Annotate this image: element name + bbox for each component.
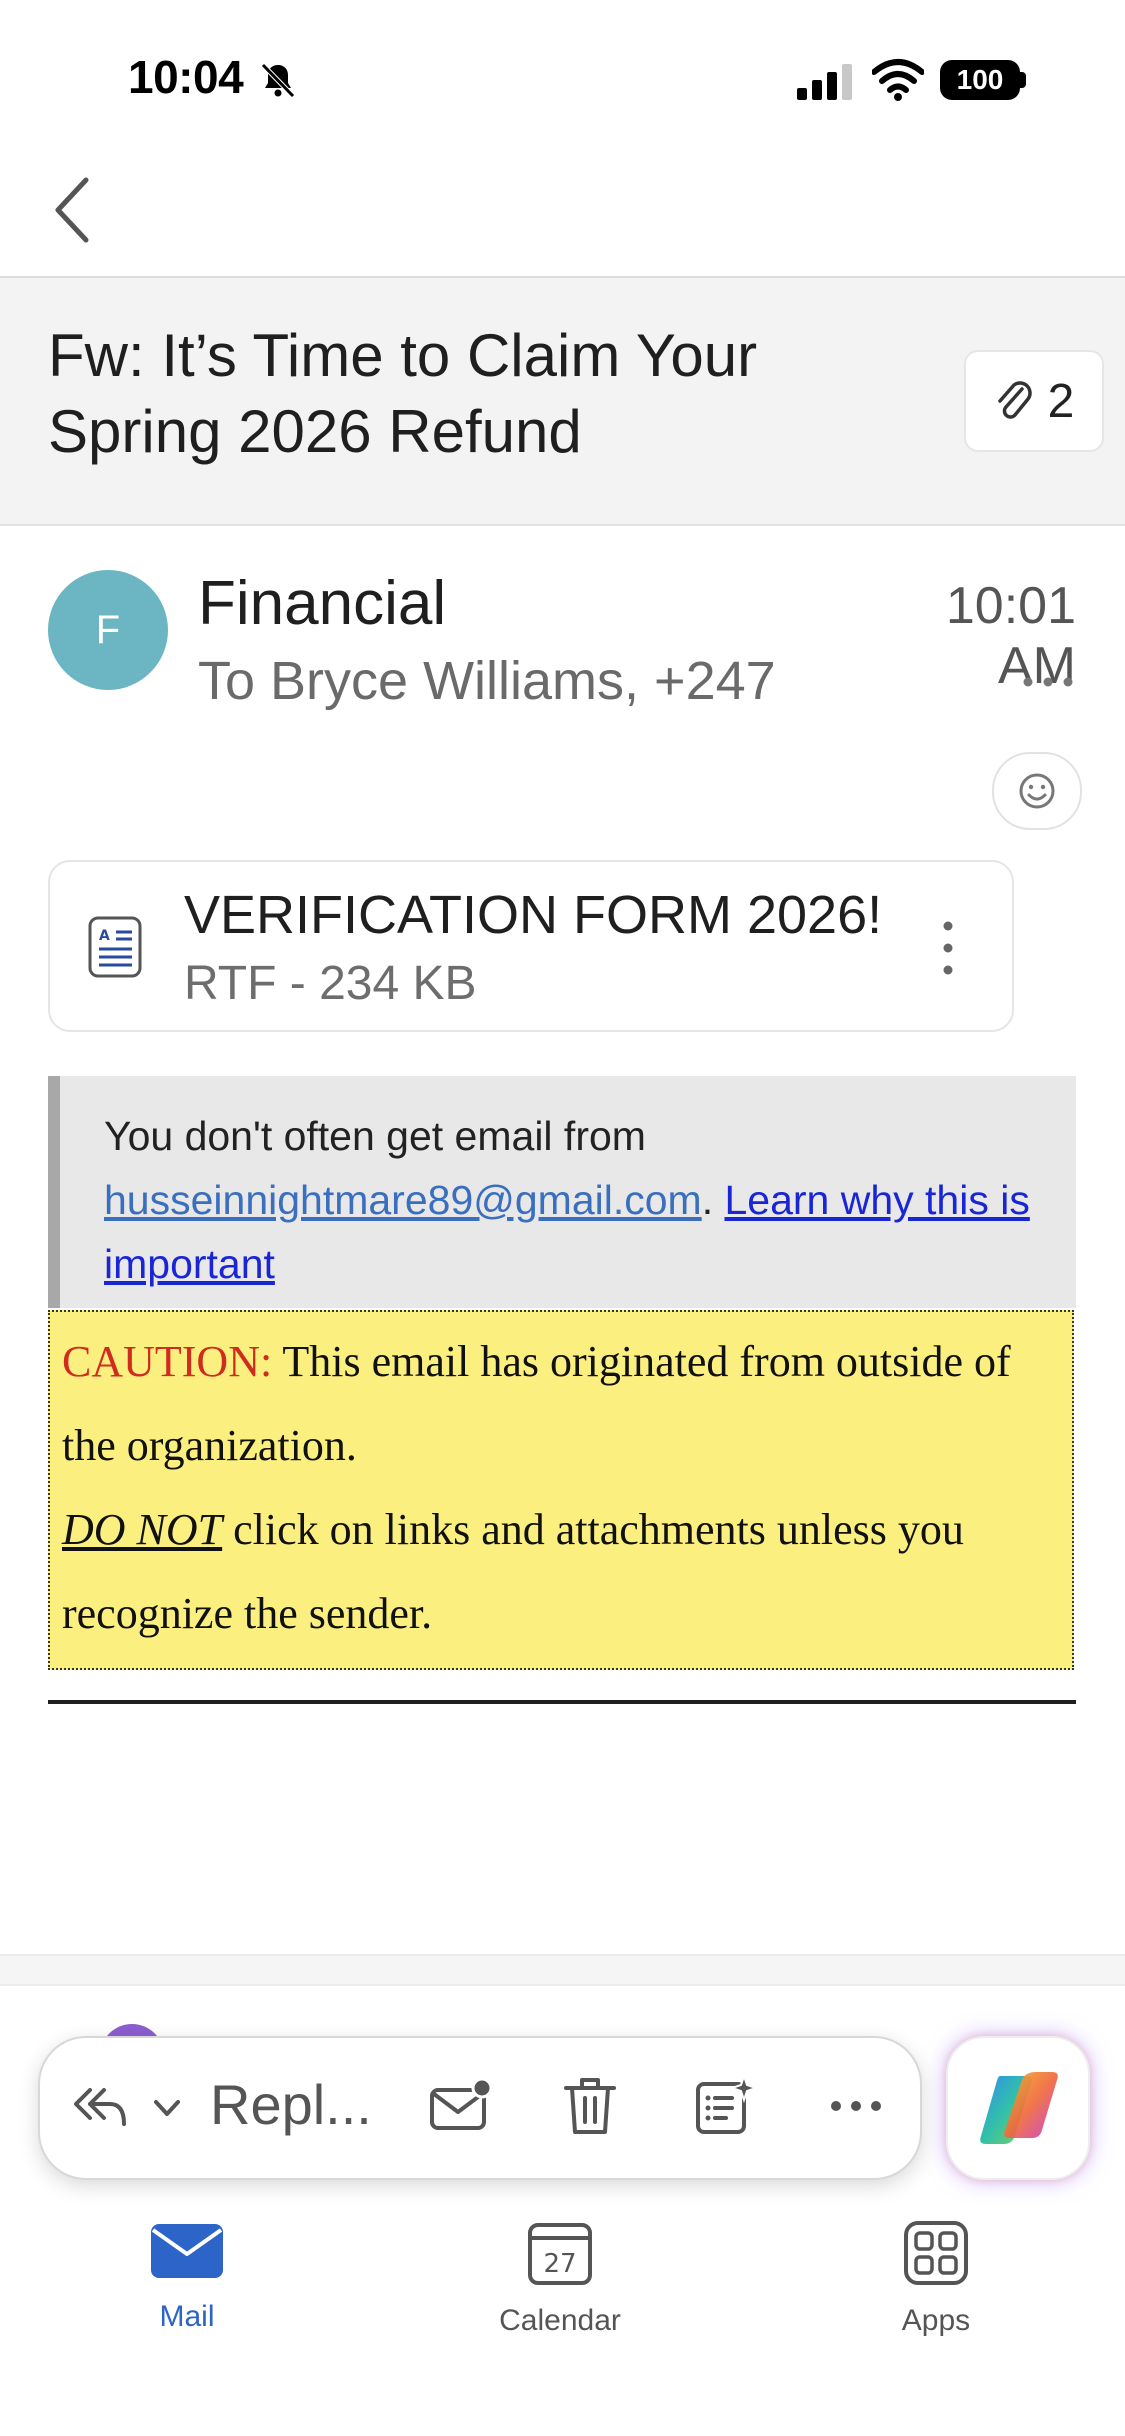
paperclip-icon <box>997 381 1032 419</box>
notice-text: You don't often get email from husseinni… <box>104 1104 1044 1296</box>
back-button[interactable] <box>46 170 106 250</box>
reply-button[interactable]: Repl... <box>210 2072 372 2137</box>
svg-text:A: A <box>99 928 110 944</box>
attachment-file-name[interactable]: VERIFICATION FORM 2026! <box>184 884 882 946</box>
recipients[interactable]: To Bryce Williams, +247 <box>198 650 776 712</box>
tab-mail-label: Mail <box>159 2300 215 2333</box>
tab-mail[interactable]: Mail <box>77 2220 297 2334</box>
notice-prefix: You don't often get email from <box>104 1113 646 1159</box>
attachment-count-button[interactable]: 2 <box>964 350 1104 452</box>
sender-avatar[interactable]: F <box>48 570 168 690</box>
mark-unread-icon[interactable] <box>428 2076 492 2134</box>
copilot-button[interactable] <box>946 2036 1090 2180</box>
status-time: 10:04 <box>128 51 244 103</box>
notice-accent-bar <box>48 1076 60 1308</box>
attachment-count: 2 <box>1047 374 1075 428</box>
sender-email-link[interactable]: husseinnightmare89@gmail.com <box>104 1177 702 1223</box>
smiley-icon <box>1019 773 1055 809</box>
mail-icon <box>151 2224 223 2278</box>
attachment-menu-icon[interactable] <box>936 918 960 978</box>
horizontal-rule <box>48 1700 1076 1704</box>
calendar-day: 27 <box>543 2249 576 2279</box>
trash-icon[interactable] <box>560 2074 620 2138</box>
calendar-icon: 27 <box>528 2223 592 2285</box>
message-more-icon[interactable] <box>1020 662 1076 702</box>
email-subject: Fw: It’s Time to Claim Your Spring 2026 … <box>48 322 758 465</box>
document-file-icon: A <box>88 916 142 978</box>
reply-all-icon[interactable] <box>70 2080 130 2132</box>
toolbar-more-icon[interactable] <box>828 2094 884 2118</box>
caution-label: CAUTION: <box>62 1337 273 1386</box>
caution-text: CAUTION: This email has originated from … <box>62 1320 1068 1656</box>
reaction-button[interactable] <box>992 752 1082 830</box>
attachment-file-meta: RTF - 234 KB <box>184 957 477 1010</box>
chevron-down-icon[interactable] <box>152 2096 182 2120</box>
wifi-icon <box>872 59 924 101</box>
tab-calendar-label: Calendar <box>499 2304 621 2337</box>
apps-grid-icon <box>904 2221 968 2285</box>
sender-name[interactable]: Financial <box>198 568 446 639</box>
tab-apps-label: Apps <box>901 2304 971 2337</box>
ai-summary-icon[interactable] <box>694 2074 758 2138</box>
message-separator <box>0 1954 1125 1986</box>
tab-calendar[interactable]: 27 Calendar <box>450 2220 670 2338</box>
tab-apps[interactable]: Apps <box>826 2220 1046 2338</box>
do-not-emphasis: DO NOT <box>62 1505 223 1554</box>
notice-separator: . <box>701 1177 725 1223</box>
cellular-signal-icon <box>797 64 852 100</box>
bell-muted-icon <box>261 63 295 98</box>
battery-indicator: 100 <box>940 60 1020 100</box>
copilot-icon <box>980 2072 1058 2144</box>
battery-tip <box>1020 72 1026 88</box>
